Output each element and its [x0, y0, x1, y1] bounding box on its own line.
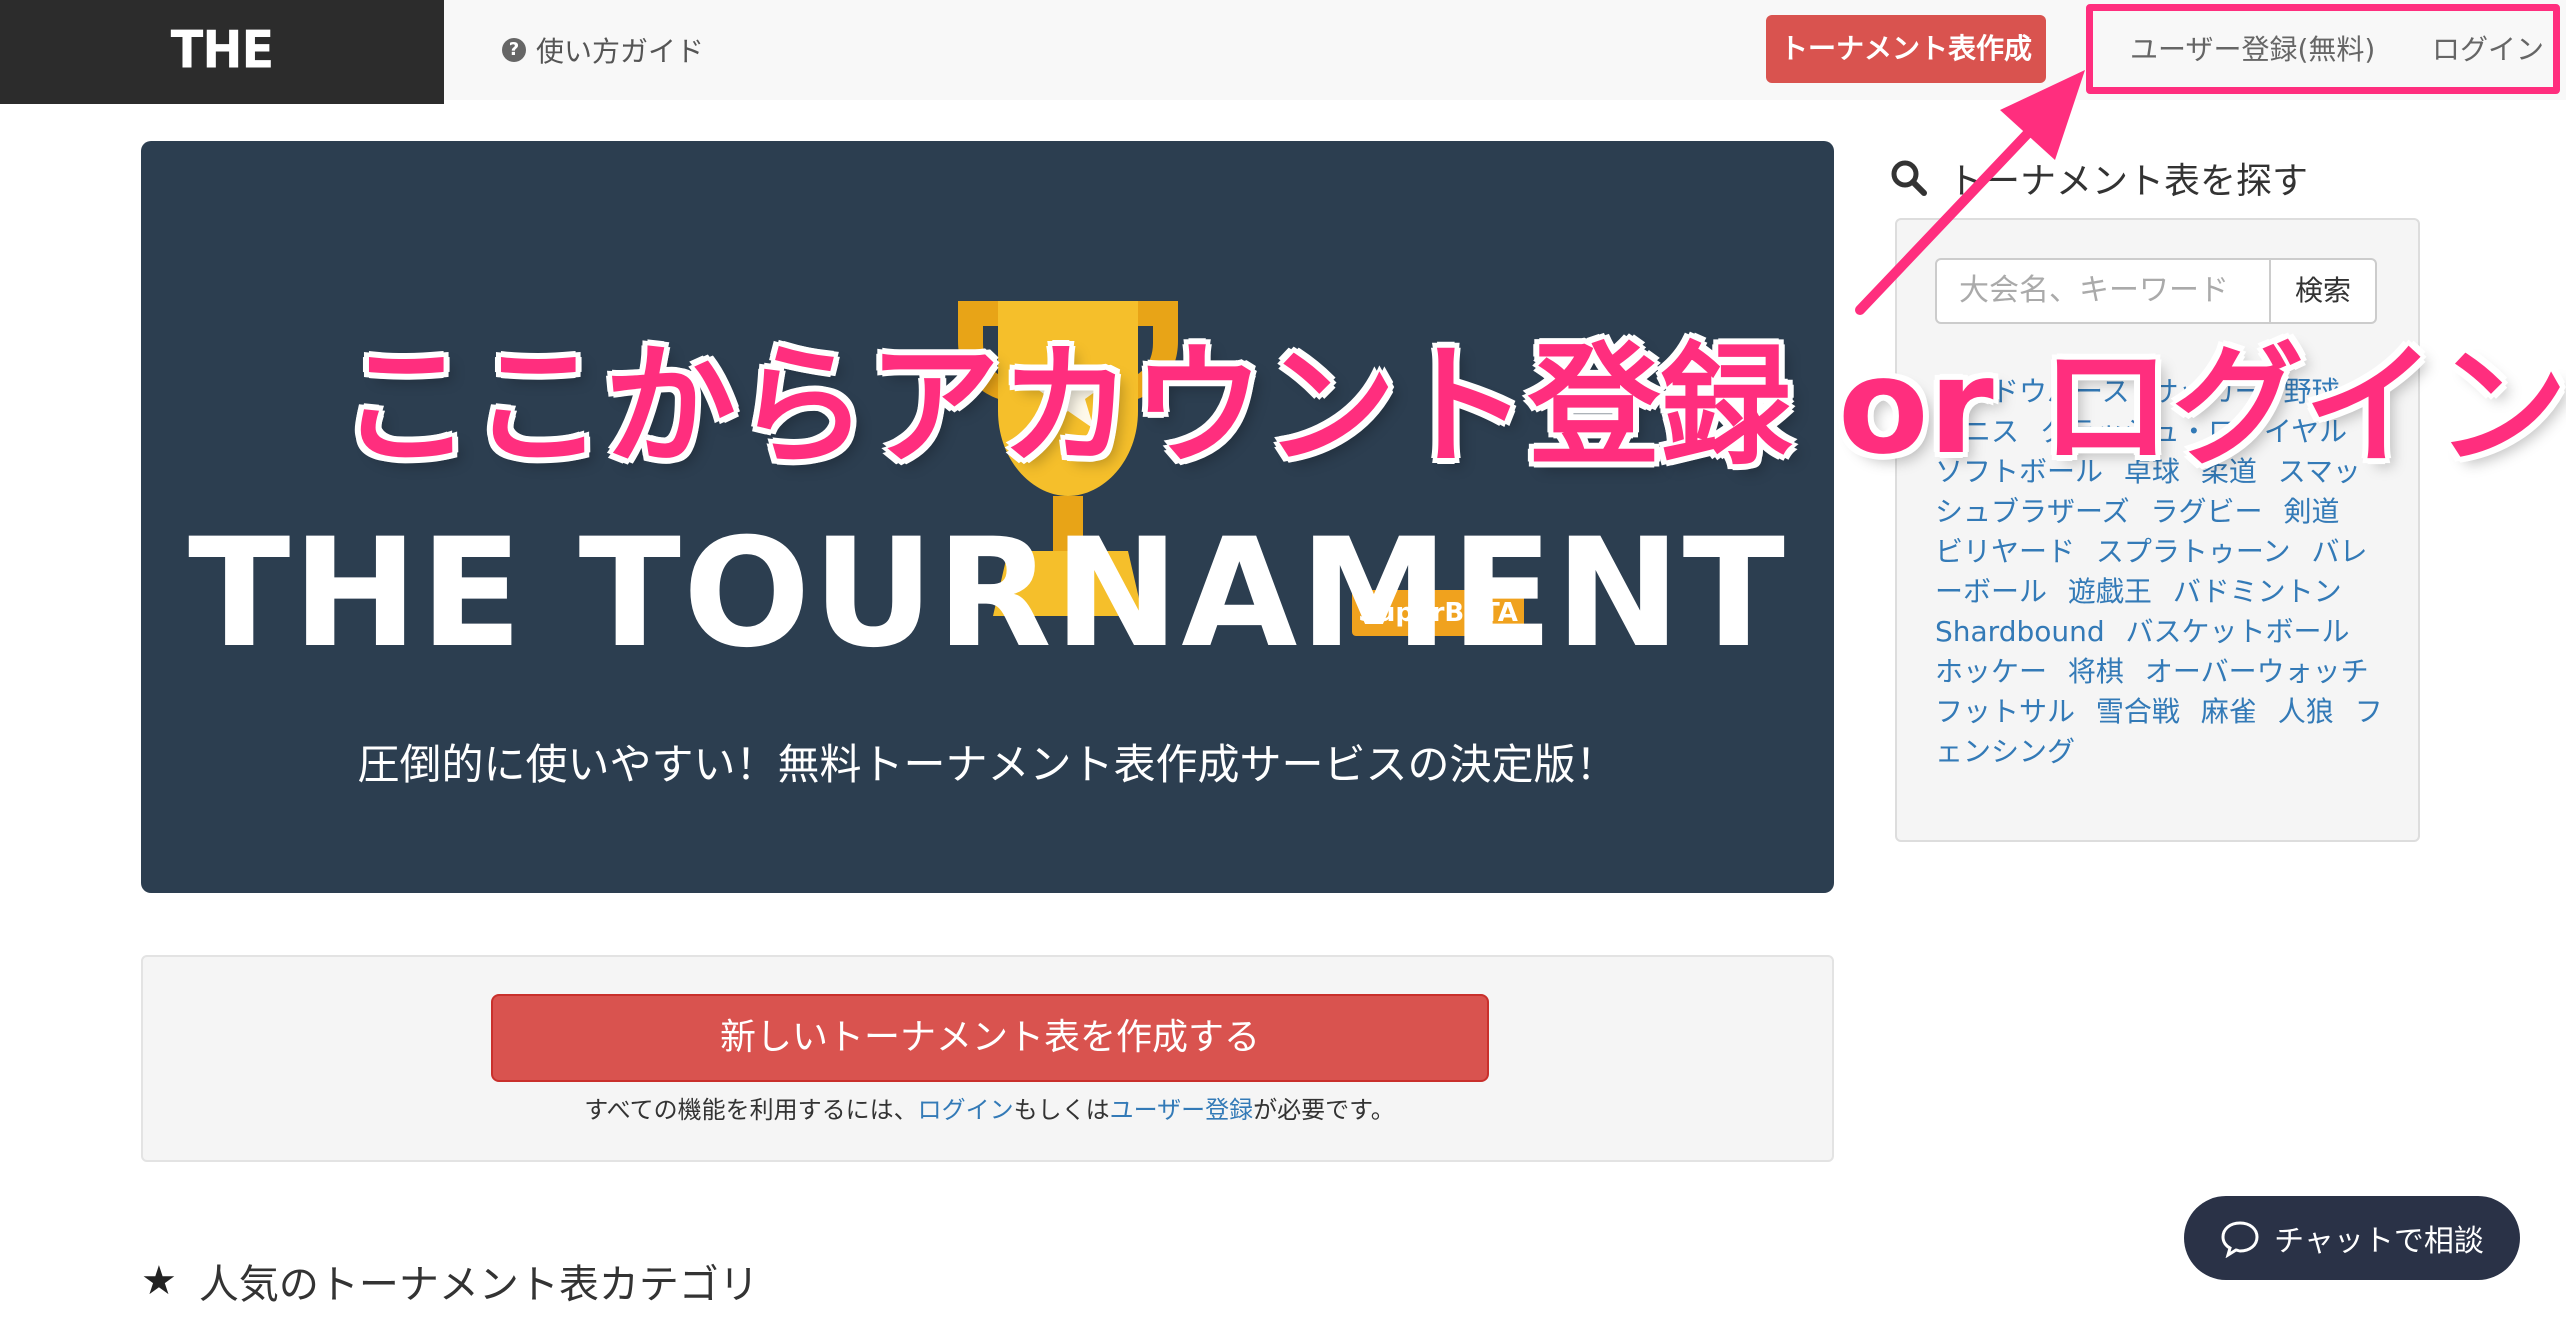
category-tag[interactable]: バドミントン [2173, 575, 2342, 608]
hero-banner: SuperBETA THE TOURNAMENT 圧倒的に使いやすい！無料トーナ… [141, 141, 1834, 893]
popular-categories-heading: ★ 人気のトーナメント表カテゴリ [141, 1252, 759, 1310]
category-tag[interactable]: オーバーウォッチ [2145, 655, 2369, 688]
hero-subtitle: 圧倒的に使いやすい！無料トーナメント表作成サービスの決定版！ [357, 740, 1618, 789]
category-tag[interactable]: 剣道 [2283, 495, 2339, 528]
category-tag[interactable]: 人狼 [2278, 695, 2334, 728]
annotation-text: ここからアカウント登録 or ログイン [340, 330, 2566, 484]
category-tag[interactable]: 将棋 [2068, 655, 2124, 688]
guide-link[interactable]: ? 使い方ガイド [502, 0, 704, 100]
chat-bubble-icon [2221, 1221, 2259, 1258]
note-register-link[interactable]: ユーザー登録 [1110, 1096, 1254, 1124]
create-panel: 新しいトーナメント表を作成する すべての機能を利用するには、ログインもしくはユー… [141, 955, 1834, 1162]
category-tag[interactable]: ホッケー [1935, 655, 2047, 688]
hero-title: THE TOURNAMENT [188, 507, 1787, 681]
note-mid: もしくは [1013, 1096, 1110, 1124]
question-icon: ? [502, 38, 526, 62]
category-tag[interactable]: バスケットボール [2126, 615, 2350, 648]
chat-button[interactable]: チャットで相談 [2184, 1196, 2520, 1280]
note-prefix: すべての機能を利用するには、 [584, 1096, 918, 1124]
category-tag[interactable]: 雪合戦 [2096, 695, 2180, 728]
highlight-box [2086, 4, 2560, 94]
login-note: すべての機能を利用するには、ログインもしくはユーザー登録が必要です。 [143, 1090, 1836, 1125]
category-tag[interactable]: ラグビー [2151, 495, 2263, 528]
category-tag[interactable]: ビリヤード [1935, 535, 2075, 568]
category-tag[interactable]: 遊戯王 [2068, 575, 2152, 608]
chat-label: チャットで相談 [2274, 1224, 2484, 1259]
brand-logo[interactable]: THE TOURNAMENT [0, 0, 444, 188]
category-tag[interactable]: 麻雀 [2201, 695, 2257, 728]
guide-label: 使い方ガイド [536, 35, 705, 68]
popular-heading-label: 人気のトーナメント表カテゴリ [198, 1262, 759, 1308]
note-suffix: が必要です。 [1253, 1096, 1395, 1124]
star-icon: ★ [141, 1258, 177, 1304]
annotation-arrow-icon [1855, 70, 2085, 315]
category-tag[interactable]: フットサル [1935, 695, 2075, 728]
new-tournament-button[interactable]: 新しいトーナメント表を作成する [491, 994, 1489, 1082]
note-login-link[interactable]: ログイン [918, 1096, 1014, 1124]
category-tag[interactable]: スプラトゥーン [2096, 535, 2291, 568]
category-tag[interactable]: Shardbound [1935, 615, 2105, 648]
